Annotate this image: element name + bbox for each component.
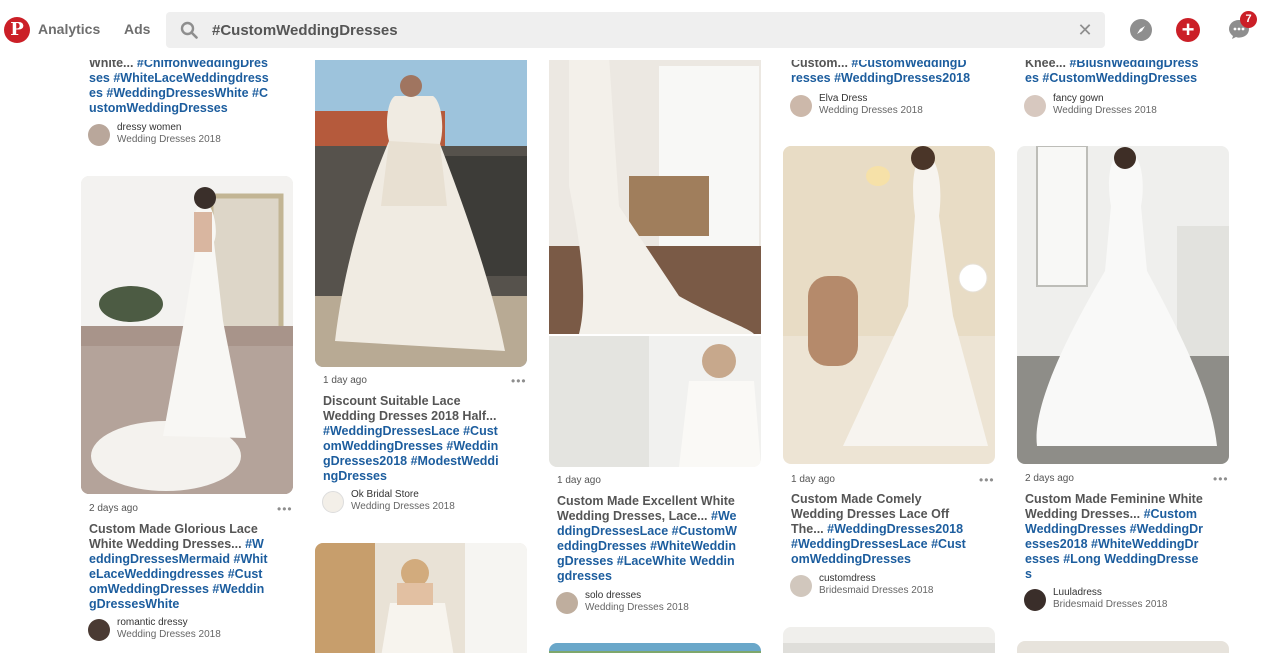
pin-timestamp: 1 day ago <box>557 475 601 486</box>
top-bar: P Analytics Ads ✕ + 7 <box>0 0 1265 60</box>
pinner-info[interactable]: Luuladress Bridesmaid Dresses 2018 <box>1024 587 1214 613</box>
pinner-info[interactable]: dressy women Wedding Dresses 2018 <box>88 122 278 148</box>
pin-image[interactable] <box>81 176 293 494</box>
pinner-info[interactable]: solo dresses Wedding Dresses 2018 <box>556 590 746 616</box>
pinner-name[interactable]: customdress <box>819 573 876 584</box>
compass-icon[interactable] <box>1130 19 1152 41</box>
pin-title[interactable]: Custom Made Feminine White Wedding Dress… <box>1025 492 1205 582</box>
notification-badge: 7 <box>1240 11 1257 28</box>
pin-title-text: Custom Made Glorious Lace White Wedding … <box>89 522 258 551</box>
avatar[interactable] <box>556 592 578 614</box>
pinner-info[interactable]: fancy gown Wedding Dresses 2018 <box>1024 93 1214 119</box>
pin-title[interactable]: Custom Made Comely Wedding Dresses Lace … <box>791 492 971 567</box>
pin-timestamp: 2 days ago <box>1025 473 1074 484</box>
pin-image[interactable] <box>549 56 761 467</box>
pinner-name[interactable]: Luuladress <box>1053 587 1102 598</box>
board-name[interactable]: Wedding Dresses 2018 <box>117 629 221 640</box>
pinner-info[interactable]: Elva Dress Wedding Dresses 2018 <box>790 93 980 119</box>
board-name[interactable]: Wedding Dresses 2018 <box>585 602 689 613</box>
pin-title[interactable]: Knee... #BlushWeddingDresses #CustomWedd… <box>1025 56 1205 86</box>
analytics-link[interactable]: Analytics <box>38 21 100 37</box>
pinner-name[interactable]: dressy women <box>117 122 181 133</box>
more-options-icon[interactable]: ••• <box>511 374 527 388</box>
pinner-name[interactable]: Ok Bridal Store <box>351 489 419 500</box>
pin-image[interactable] <box>315 543 527 653</box>
more-options-icon[interactable]: ••• <box>277 502 293 516</box>
board-name[interactable]: Bridesmaid Dresses 2018 <box>819 585 934 596</box>
board-name[interactable]: Wedding Dresses 2018 <box>351 501 455 512</box>
search-input[interactable] <box>212 12 1032 48</box>
avatar[interactable] <box>1024 589 1046 611</box>
pin-title-text: Discount Suitable Lace Wedding Dresses 2… <box>323 394 497 423</box>
pin-image[interactable] <box>783 627 995 653</box>
more-options-icon[interactable]: ••• <box>1213 472 1229 486</box>
pin-title[interactable]: Custom... #CustomWeddingDresses #Wedding… <box>791 56 971 86</box>
pinner-name[interactable]: solo dresses <box>585 590 641 601</box>
avatar[interactable] <box>322 491 344 513</box>
pin-image[interactable] <box>1017 146 1229 464</box>
avatar[interactable] <box>790 575 812 597</box>
pin-timestamp: 2 days ago <box>89 503 138 514</box>
avatar[interactable] <box>88 619 110 641</box>
ads-link[interactable]: Ads <box>124 21 150 37</box>
pin-title[interactable]: White... #ChiffonWeddingDresses #WhiteLa… <box>89 56 269 116</box>
avatar[interactable] <box>790 95 812 117</box>
board-name[interactable]: Bridesmaid Dresses 2018 <box>1053 599 1168 610</box>
pinner-info[interactable]: romantic dressy Wedding Dresses 2018 <box>88 617 278 643</box>
close-icon[interactable]: ✕ <box>1075 20 1095 40</box>
pin-hashtags[interactable]: #WeddingDressesLace #CustomWeddingDresse… <box>323 424 499 483</box>
board-name[interactable]: Wedding Dresses 2018 <box>117 134 221 145</box>
pin-title-text: Custom Made Excellent White Wedding Dres… <box>557 494 735 523</box>
pin-title[interactable]: Discount Suitable Lace Wedding Dresses 2… <box>323 394 503 484</box>
pin-image[interactable] <box>783 146 995 464</box>
pin-title[interactable]: Custom Made Glorious Lace White Wedding … <box>89 522 269 612</box>
search-bar[interactable]: ✕ <box>166 12 1105 48</box>
pinner-name[interactable]: Elva Dress <box>819 93 867 104</box>
pin-image[interactable] <box>315 56 527 367</box>
pinner-name[interactable]: romantic dressy <box>117 617 188 628</box>
pinner-info[interactable]: Ok Bridal Store Wedding Dresses 2018 <box>322 489 512 515</box>
pin-title[interactable]: Custom Made Excellent White Wedding Dres… <box>557 494 737 584</box>
more-options-icon[interactable]: ••• <box>979 473 995 487</box>
avatar[interactable] <box>88 124 110 146</box>
pinterest-logo-icon[interactable]: P <box>4 17 30 43</box>
pinner-name[interactable]: fancy gown <box>1053 93 1104 104</box>
board-name[interactable]: Wedding Dresses 2018 <box>1053 105 1157 116</box>
search-icon <box>180 21 198 39</box>
pin-image[interactable] <box>549 643 761 653</box>
pin-timestamp: 1 day ago <box>323 375 367 386</box>
pin-timestamp: 1 day ago <box>791 474 835 485</box>
pin-image[interactable] <box>1017 641 1229 653</box>
avatar[interactable] <box>1024 95 1046 117</box>
pinner-info[interactable]: customdress Bridesmaid Dresses 2018 <box>790 573 980 599</box>
board-name[interactable]: Wedding Dresses 2018 <box>819 105 923 116</box>
plus-icon[interactable]: + <box>1176 18 1200 42</box>
